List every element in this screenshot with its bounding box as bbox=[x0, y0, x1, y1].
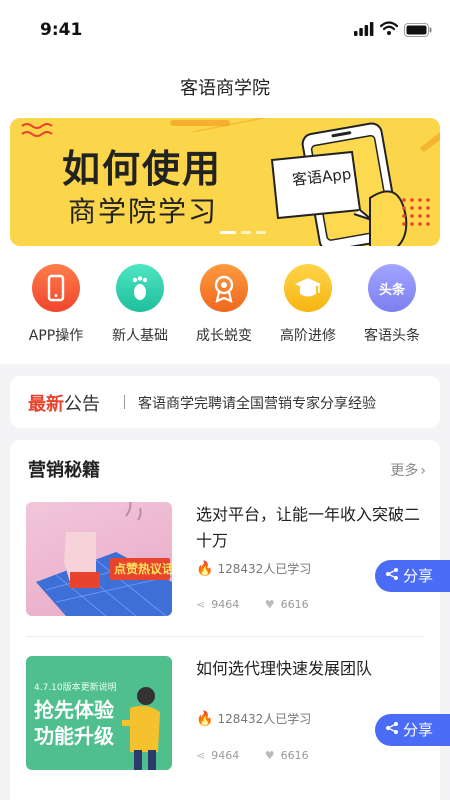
banner-dot[interactable] bbox=[256, 231, 266, 234]
notice-bar[interactable]: 最新公告 客语商学完聘请全国营销专家分享经验 bbox=[10, 376, 440, 428]
category-app-operation[interactable]: APP操作 bbox=[14, 264, 98, 345]
marketing-section: 营销秘籍 更多 › 点赞热议话 选对平台，让能一年收入突破二十万 🔥 128432人… bbox=[10, 440, 440, 800]
heart-icon: ♥ bbox=[264, 749, 275, 762]
share-count: 9464 bbox=[211, 598, 240, 611]
share-icon bbox=[385, 714, 399, 746]
share-button[interactable]: 分享 bbox=[375, 714, 450, 746]
banner-title: 如何使用 bbox=[62, 147, 223, 191]
banner-dot[interactable] bbox=[241, 231, 251, 234]
app-header: 客语商学院 bbox=[0, 60, 450, 110]
phone-icon bbox=[32, 264, 80, 312]
thumb-headline-2: 功能升级 bbox=[34, 724, 114, 748]
headline-icon: 头条 bbox=[368, 264, 416, 312]
share-icon bbox=[385, 560, 399, 592]
battery-icon bbox=[404, 23, 432, 37]
wifi-icon bbox=[380, 21, 398, 35]
article-title[interactable]: 如何选代理快速发展团队 bbox=[196, 656, 428, 682]
heart-icon: ♥ bbox=[264, 598, 275, 611]
headline-icon-text: 头条 bbox=[378, 283, 405, 298]
page-title: 客语商学院 bbox=[180, 78, 270, 99]
thumb-headline-1: 抢先体验 bbox=[34, 698, 114, 722]
article-card[interactable]: 4.7.10版本更新说明 抢先体验 功能升级 如何选代理快速发展团队 🔥 1284… bbox=[26, 656, 426, 776]
notice-text[interactable]: 客语商学完聘请全国营销专家分享经验 bbox=[138, 393, 376, 413]
share-count: 9464 bbox=[211, 749, 240, 762]
section-title: 营销秘籍 bbox=[28, 460, 100, 481]
category-grid: APP操作 新人基础 成长蜕变 高阶进修 头条 客语头条 bbox=[0, 264, 450, 354]
like-count: 6616 bbox=[280, 598, 309, 611]
share-count-icon: ⋖ bbox=[196, 749, 206, 762]
category-label: 新人基础 bbox=[112, 328, 168, 344]
medal-icon bbox=[200, 264, 248, 312]
more-link[interactable]: 更多 › bbox=[388, 460, 426, 480]
banner[interactable]: 如何使用 商学院学习 客语App bbox=[10, 118, 440, 246]
share-button[interactable]: 分享 bbox=[375, 560, 450, 592]
category-label: 成长蜕变 bbox=[196, 328, 252, 344]
signal-icon bbox=[354, 22, 374, 36]
article-thumbnail: 点赞热议话 bbox=[26, 502, 172, 616]
category-advanced[interactable]: 高阶进修 bbox=[266, 264, 350, 345]
article-title[interactable]: 选对平台，让能一年收入突破二十万 bbox=[196, 502, 428, 554]
article-card[interactable]: 点赞热议话 选对平台，让能一年收入突破二十万 🔥 128432人已学习 ⋖ 9464… bbox=[26, 502, 426, 622]
graduation-cap-icon bbox=[284, 264, 332, 312]
article-stats: ⋖ 9464 ♥ 6616 bbox=[196, 598, 331, 611]
share-label: 分享 bbox=[403, 721, 434, 739]
notice-badge-label: 公告 bbox=[64, 394, 100, 415]
thumb-caption: 点赞热议话 bbox=[114, 562, 172, 576]
article-thumbnail: 4.7.10版本更新说明 抢先体验 功能升级 bbox=[26, 656, 172, 770]
notice-badge: 最新公告 bbox=[28, 390, 100, 416]
fire-icon: 🔥 bbox=[196, 561, 214, 577]
banner-pagination[interactable] bbox=[220, 231, 266, 234]
category-label: 客语头条 bbox=[364, 328, 420, 344]
learner-count-text: 128432人已学习 bbox=[217, 562, 312, 576]
notice-divider bbox=[124, 395, 125, 409]
category-newbie-basics[interactable]: 新人基础 bbox=[98, 264, 182, 345]
fire-icon: 🔥 bbox=[196, 711, 214, 727]
banner-subtitle: 商学院学习 bbox=[68, 195, 219, 228]
notice-badge-new: 最新 bbox=[28, 394, 64, 415]
thumb-illustration bbox=[36, 502, 172, 616]
learner-count-text: 128432人已学习 bbox=[217, 712, 312, 726]
share-count-icon: ⋖ bbox=[196, 598, 206, 611]
share-label: 分享 bbox=[403, 567, 434, 585]
article-divider bbox=[26, 636, 424, 637]
footprint-icon bbox=[116, 264, 164, 312]
learner-count: 🔥 128432人已学习 bbox=[196, 710, 311, 727]
more-label: 更多 bbox=[390, 463, 419, 479]
learner-count: 🔥 128432人已学习 bbox=[196, 560, 311, 577]
category-headlines[interactable]: 头条 客语头条 bbox=[350, 264, 434, 345]
category-label: APP操作 bbox=[28, 328, 84, 344]
status-time: 9:41 bbox=[40, 20, 83, 40]
like-count: 6616 bbox=[280, 749, 309, 762]
chevron-right-icon: › bbox=[420, 463, 426, 479]
status-bar: 9:41 bbox=[0, 0, 450, 60]
category-label: 高阶进修 bbox=[280, 328, 336, 344]
thumb-subtitle: 4.7.10版本更新说明 bbox=[34, 683, 117, 693]
banner-dot[interactable] bbox=[220, 231, 236, 234]
category-growth[interactable]: 成长蜕变 bbox=[182, 264, 266, 345]
article-stats: ⋖ 9464 ♥ 6616 bbox=[196, 749, 331, 762]
